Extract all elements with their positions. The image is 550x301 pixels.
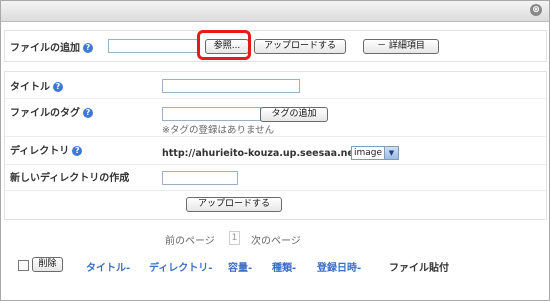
- title-label-wrap: タイトル?: [10, 78, 63, 93]
- tag-label-wrap: ファイルのタグ?: [10, 104, 93, 119]
- upload-submit-button[interactable]: アップロードする: [186, 197, 282, 212]
- column-title[interactable]: タイトル-: [86, 259, 130, 274]
- row-divider: [5, 164, 546, 165]
- tag-label: ファイルのタグ: [10, 108, 80, 119]
- details-toggle-button[interactable]: － 詳細項目: [363, 39, 439, 54]
- table-header: タイトル- ディレクトリ- 容量- 種類- 登録日時- ファイル貼付: [4, 253, 545, 277]
- upload-button[interactable]: アップロードする: [254, 39, 346, 54]
- file-manager-dialog: ⊗ ファイルの追加? 参照... アップロードする － 詳細項目 タイトル? フ…: [0, 0, 550, 301]
- column-type[interactable]: 種類-: [272, 259, 296, 274]
- column-attach: ファイル貼付: [389, 263, 449, 274]
- prev-page-link[interactable]: 前のページ: [165, 232, 215, 247]
- tag-input[interactable]: [162, 107, 261, 121]
- row-divider: [5, 190, 546, 191]
- pagination: 前のページ 1 次のページ: [1, 231, 549, 247]
- help-icon[interactable]: ?: [53, 82, 63, 92]
- directory-select-value: image: [354, 148, 383, 158]
- column-size[interactable]: 容量-: [228, 259, 252, 274]
- file-path-input[interactable]: [108, 39, 200, 53]
- row-divider: [5, 136, 546, 137]
- tag-note: ※タグの登録はありません: [162, 125, 275, 136]
- chevron-down-icon[interactable]: ▼: [384, 147, 398, 159]
- column-directory[interactable]: ディレクトリ-: [149, 259, 212, 274]
- title-label: タイトル: [10, 82, 50, 93]
- title-bar: ⊗: [1, 1, 549, 22]
- close-icon[interactable]: ⊗: [530, 4, 542, 16]
- next-page-link[interactable]: 次のページ: [251, 232, 301, 247]
- new-directory-input[interactable]: [162, 171, 238, 185]
- add-file-section: ファイルの追加? 参照... アップロードする － 詳細項目: [4, 30, 547, 62]
- add-tag-button[interactable]: タグの追加: [260, 107, 328, 122]
- column-registered[interactable]: 登録日時-: [317, 259, 361, 274]
- directory-url: http://ahurieito-kouza.up.seesaa.net/: [162, 148, 362, 159]
- help-icon[interactable]: ?: [83, 43, 93, 53]
- details-form: タイトル? ファイルのタグ? タグの追加 ※タグの登録はありません ディレクトリ…: [4, 71, 547, 220]
- title-input[interactable]: [162, 79, 300, 93]
- help-icon[interactable]: ?: [72, 146, 83, 156]
- add-file-label: ファイルの追加: [10, 43, 80, 54]
- add-file-label-wrap: ファイルの追加?: [10, 39, 93, 54]
- directory-select[interactable]: image ▼: [351, 146, 399, 160]
- row-divider: [5, 98, 546, 99]
- new-directory-label: 新しいディレクトリの作成: [10, 173, 130, 184]
- directory-label-wrap: ディレクトリ?: [10, 142, 83, 157]
- help-icon[interactable]: ?: [83, 108, 93, 118]
- highlight-annotation: [197, 30, 251, 60]
- current-page: 1: [229, 231, 240, 245]
- directory-label: ディレクトリ: [10, 146, 70, 157]
